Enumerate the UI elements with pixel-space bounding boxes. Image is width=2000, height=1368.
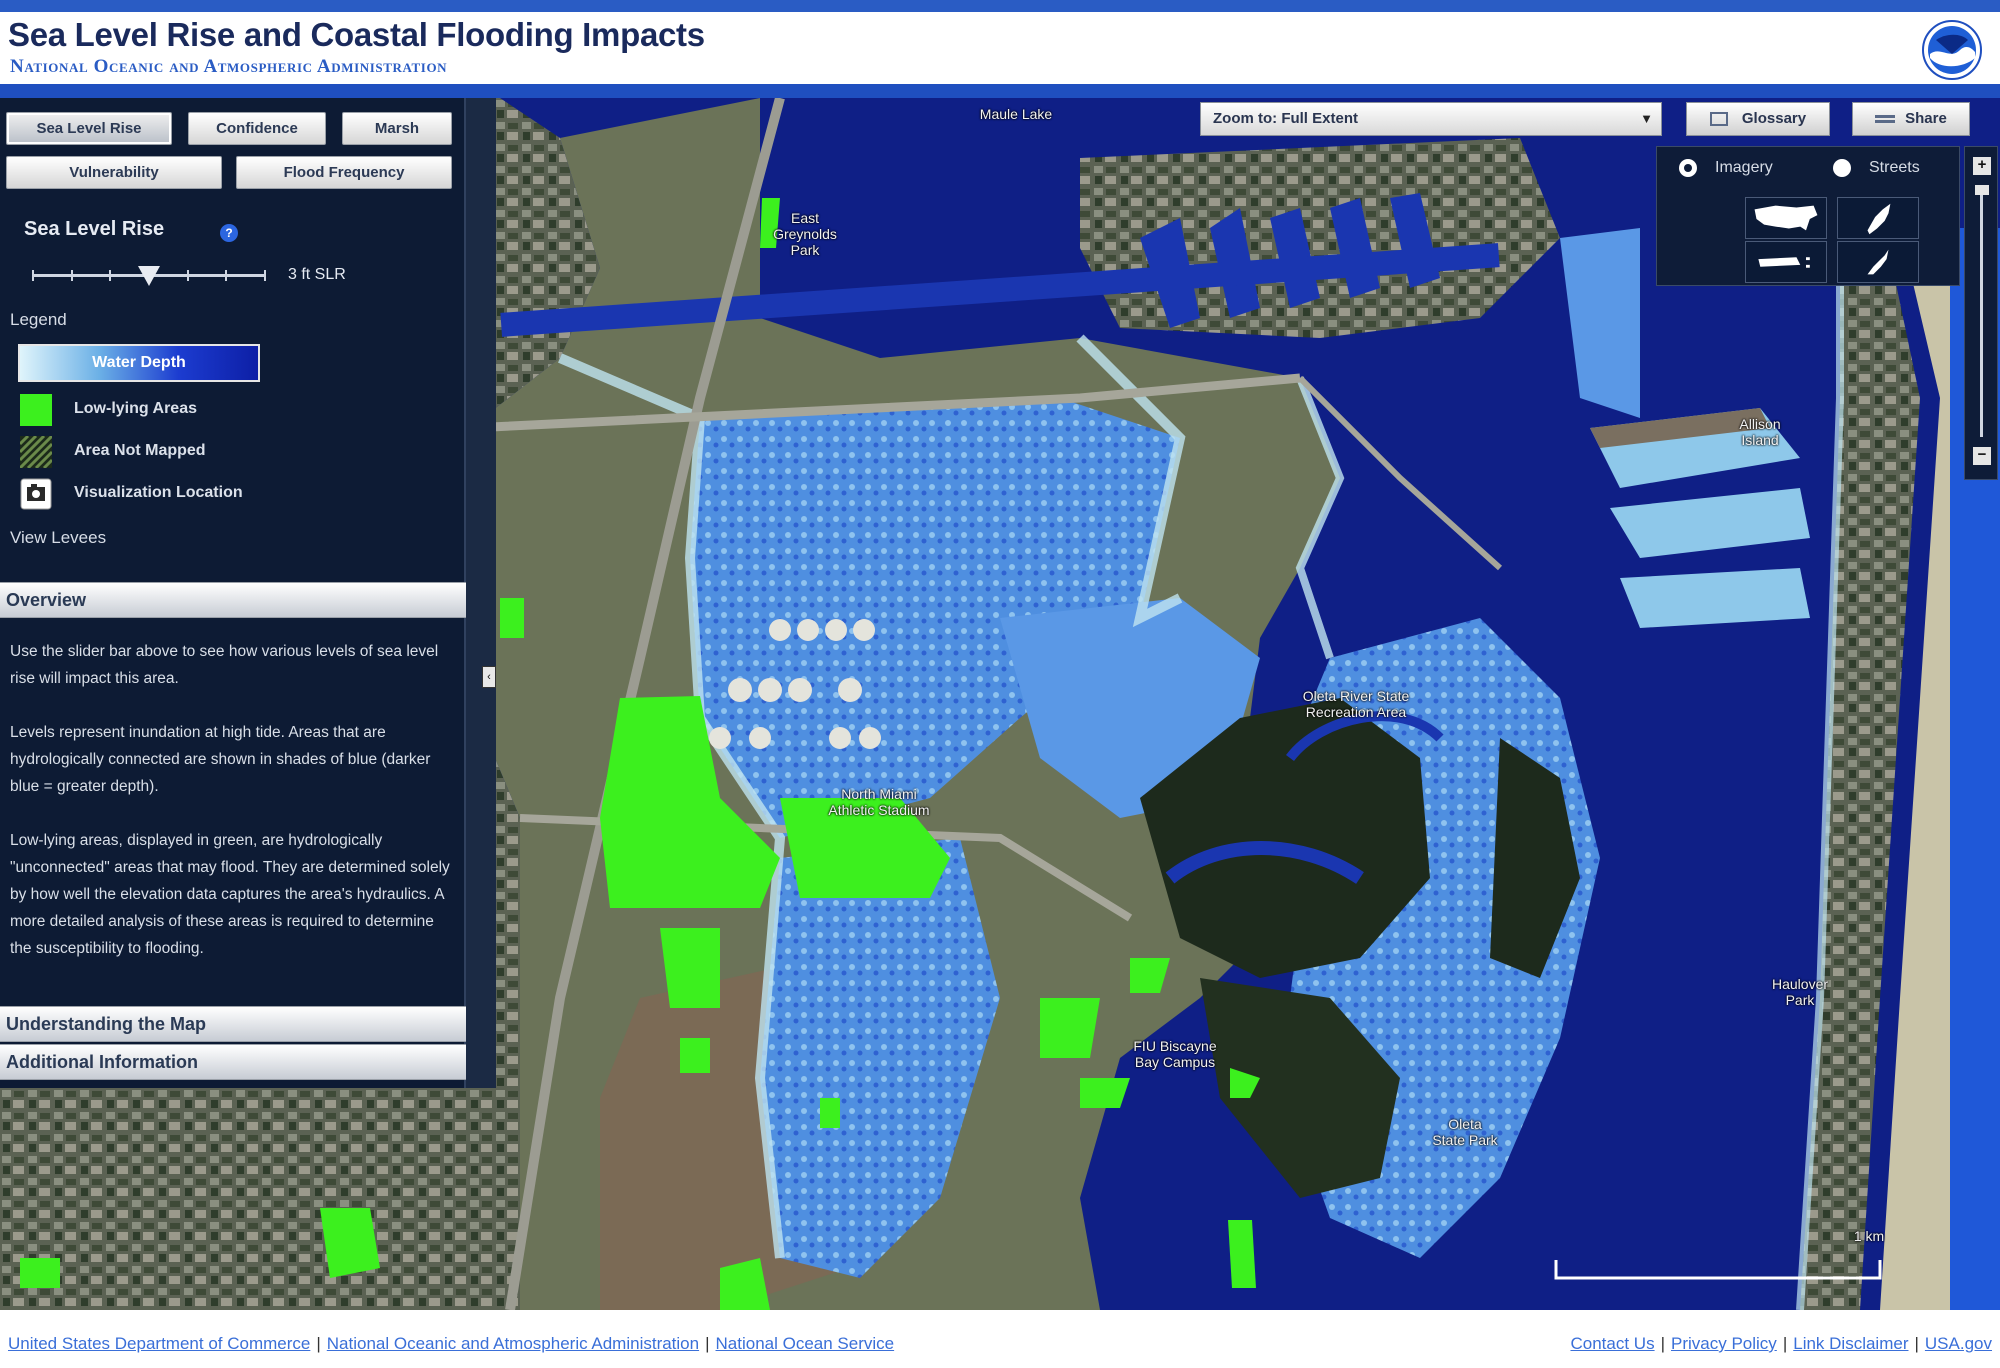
map-label-oleta-park: Oleta State Park — [1432, 1116, 1498, 1148]
understanding-map-header[interactable]: Understanding the Map — [0, 1006, 466, 1042]
footer-left-links: United States Department of Commerce | Nat… — [8, 1334, 895, 1353]
zoom-extent-select[interactable]: Zoom to: Full Extent ▼ — [1200, 102, 1662, 136]
footer-right-links: Contact Us | Privacy Policy | Link Disclaime… — [1570, 1334, 1992, 1353]
app-header: Sea Level Rise and Coastal Flooding Impa… — [0, 12, 2000, 84]
top-stripe — [0, 0, 2000, 12]
zoom-slider: + − — [1964, 146, 1998, 480]
legend-label: Legend — [10, 310, 67, 329]
puerto-rico-icon[interactable] — [1745, 241, 1827, 283]
legend-text: Low-lying Areas — [74, 400, 197, 417]
radio-streets-dot[interactable] — [1833, 159, 1851, 177]
footer: United States Department of Commerce | Nat… — [0, 1310, 2000, 1368]
app-title: Sea Level Rise and Coastal Flooding Impa… — [8, 16, 705, 53]
overview-paragraph: Use the slider bar above to see how vari… — [10, 643, 439, 687]
additional-info-header[interactable]: Additional Information — [0, 1044, 466, 1080]
help-icon[interactable]: ? — [220, 224, 238, 242]
overview-header[interactable]: Overview — [0, 582, 466, 618]
noaa-logo-icon[interactable] — [1922, 20, 1982, 80]
map-label-north-miami: North Miami Athletic Stadium — [828, 786, 930, 818]
slr-slider-handle[interactable] — [138, 266, 160, 286]
footer-link-contact[interactable]: Contact Us — [1570, 1334, 1654, 1353]
footer-link-usagov[interactable]: USA.gov — [1925, 1334, 1992, 1353]
radio-imagery-dot[interactable] — [1679, 159, 1697, 177]
map-label-east-greynolds: East Greynolds Park — [773, 210, 837, 258]
zoom-track[interactable] — [1980, 187, 1983, 437]
radio-streets-label: Streets — [1869, 159, 1920, 177]
map-label-haulover: Haulover Park — [1771, 976, 1829, 1008]
footer-link-noaa[interactable]: National Oceanic and Atmospheric Adminis… — [327, 1334, 699, 1353]
hawaii-icon[interactable] — [1837, 241, 1919, 283]
chevron-down-icon: ▼ — [1640, 111, 1653, 126]
tab-marsh[interactable]: Marsh — [342, 112, 452, 145]
map-label-lake: Maule Lake — [979, 106, 1053, 122]
overview-body: Use the slider bar above to see how vari… — [10, 638, 450, 989]
glossary-button[interactable]: Glossary — [1686, 102, 1830, 136]
collapse-panel-button[interactable]: ‹ — [482, 666, 496, 688]
zoom-handle[interactable] — [1975, 185, 1989, 195]
slider-tick — [70, 270, 73, 281]
overview-paragraph: Low-lying areas, displayed in green, are… — [10, 832, 450, 957]
zoom-out-button[interactable]: − — [1973, 447, 1991, 465]
footer-link-nos[interactable]: National Ocean Service — [716, 1334, 895, 1353]
share-button[interactable]: Share — [1852, 102, 1970, 136]
view-levees-link[interactable]: View Levees — [10, 528, 106, 548]
legend-text: Area Not Mapped — [74, 442, 206, 459]
visualization-location-icon — [20, 478, 52, 510]
zoom-extent-value: Zoom to: Full Extent — [1213, 110, 1358, 127]
tab-sea-level-rise[interactable]: Sea Level Rise — [6, 112, 172, 145]
share-icon — [1875, 115, 1896, 124]
map-label-oleta: Oleta River State Recreation Area — [1302, 688, 1410, 720]
slider-tick — [109, 270, 112, 281]
share-label: Share — [1905, 110, 1947, 127]
slider-tick — [186, 270, 189, 281]
slider-tick — [32, 270, 34, 281]
legend-text: Visualization Location — [74, 484, 243, 501]
glossary-label: Glossary — [1741, 110, 1807, 127]
radio-streets[interactable]: Streets — [1833, 159, 1920, 177]
hatched-swatch-icon — [20, 436, 52, 468]
slr-value: 3 ft SLR — [288, 266, 346, 283]
tab-confidence[interactable]: Confidence — [188, 112, 326, 145]
basemap-chooser: Imagery Streets — [1656, 146, 1960, 286]
overview-paragraph: Levels represent inundation at high tide… — [10, 724, 431, 795]
water-depth-ramp: Water Depth — [18, 344, 260, 382]
alaska-icon[interactable] — [1837, 197, 1919, 239]
tab-flood-frequency[interactable]: Flood Frequency — [236, 156, 452, 189]
green-swatch-icon — [20, 394, 52, 426]
footer-link-commerce[interactable]: United States Department of Commerce — [8, 1334, 310, 1353]
slider-tick — [225, 270, 228, 281]
map-scale-label: 1 km — [1853, 1228, 1885, 1244]
footer-link-privacy[interactable]: Privacy Policy — [1671, 1334, 1777, 1353]
header-divider — [0, 84, 2000, 98]
map-label-island: Allison Island — [1739, 416, 1781, 448]
slider-tick — [264, 270, 266, 281]
tab-vulnerability[interactable]: Vulnerability — [6, 156, 222, 189]
footer-link-disclaimer[interactable]: Link Disclaimer — [1793, 1334, 1908, 1353]
radio-imagery[interactable]: Imagery — [1679, 159, 1773, 177]
panel-gutter — [466, 98, 496, 1088]
zoom-in-button[interactable]: + — [1973, 157, 1991, 175]
radio-imagery-label: Imagery — [1715, 159, 1773, 177]
map-label-campus: FIU Biscayne Bay Campus — [1133, 1038, 1217, 1070]
book-icon — [1709, 112, 1728, 127]
slr-title: Sea Level Rise — [24, 218, 165, 240]
continental-us-icon[interactable] — [1745, 197, 1827, 239]
app-subtitle: National Oceanic and Atmospheric Adminis… — [10, 56, 448, 77]
